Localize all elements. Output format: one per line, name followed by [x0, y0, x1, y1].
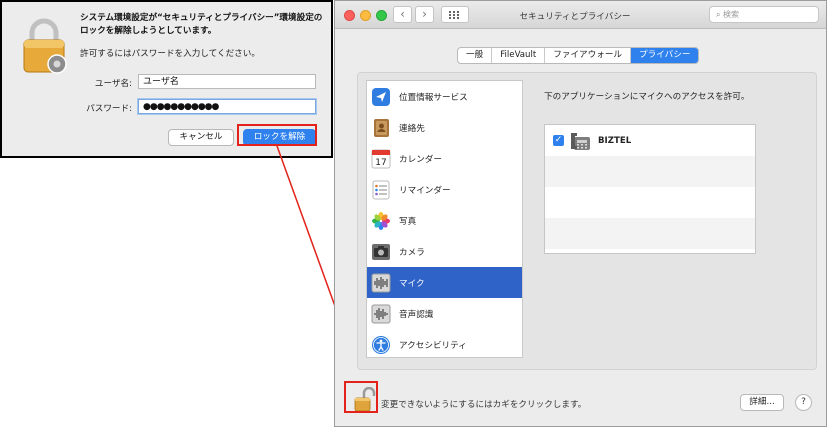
speech-waveform-icon: [371, 304, 391, 324]
show-all-button[interactable]: [441, 6, 469, 23]
contacts-book-icon: [371, 118, 391, 138]
search-input[interactable]: ⌕ 検索: [709, 6, 819, 23]
service-item-camera[interactable]: カメラ: [367, 236, 522, 267]
service-item-location[interactable]: 位置情報サービス: [367, 81, 522, 112]
reminders-list-icon: [371, 180, 391, 200]
service-label: カレンダー: [399, 154, 442, 165]
app-name: BIZTEL: [598, 135, 632, 146]
app-row[interactable]: ✓ BIZTEL: [545, 125, 755, 156]
service-label: アクセシビリティ: [399, 340, 467, 351]
tab-general[interactable]: 一般: [458, 48, 493, 63]
service-item-speech-recognition[interactable]: 音声認識: [367, 298, 522, 329]
cancel-button[interactable]: キャンセル: [168, 129, 234, 146]
forward-button[interactable]: ›: [415, 6, 434, 23]
apps-table: ✓ BIZTEL: [544, 124, 756, 254]
details-button[interactable]: 詳細...: [740, 394, 784, 411]
service-item-microphone[interactable]: マイク: [367, 267, 522, 298]
close-window-button[interactable]: [344, 10, 355, 21]
photos-flower-icon: [371, 211, 391, 231]
window-title: セキュリティとプライバシー: [519, 12, 631, 22]
grid-icon: [449, 11, 459, 19]
auth-message: 許可するにはパスワードを入力してください。: [80, 49, 260, 59]
unlock-button-highlight: [237, 124, 317, 146]
empty-row: [545, 218, 755, 249]
app-permissions-pane: 下のアプリケーションにマイクへのアクセスを許可。 ✓ BIZTEL: [534, 80, 810, 360]
camera-icon: [371, 242, 391, 262]
accessibility-person-icon: [371, 335, 391, 355]
permissions-heading: 下のアプリケーションにマイクへのアクセスを許可。: [544, 92, 750, 102]
calendar-day: 17: [375, 158, 386, 168]
privacy-panel: 位置情報サービス 連絡先 17 カレンダー リマインダー 写真 カメラ マイク …: [357, 72, 817, 370]
tab-firewall[interactable]: ファイアウォール: [545, 48, 632, 63]
lock-hint-text: 変更できないようにするにはカギをクリックします。: [381, 400, 587, 410]
calendar-icon: 17: [371, 149, 391, 169]
zoom-window-button[interactable]: [376, 10, 387, 21]
username-field[interactable]: ユーザ名: [138, 74, 316, 89]
auth-title: システム環境設定が“セキュリティとプライバシー”環境設定のロックを解除しようとし…: [80, 13, 323, 36]
search-placeholder: 検索: [723, 10, 740, 19]
password-label: パスワード:: [86, 104, 132, 114]
minimize-window-button[interactable]: [360, 10, 371, 21]
service-label: リマインダー: [399, 185, 451, 196]
tab-filevault[interactable]: FileVault: [492, 48, 546, 63]
service-label: 写真: [399, 216, 417, 227]
service-item-accessibility[interactable]: アクセシビリティ: [367, 329, 522, 357]
service-label: 音声認識: [399, 309, 434, 320]
service-label: 位置情報サービス: [399, 92, 468, 103]
location-arrow-icon: [371, 87, 391, 107]
lock-icon: [23, 18, 67, 74]
lock-icon-highlight: [344, 381, 378, 413]
service-label: マイク: [399, 278, 425, 289]
service-item-calendar[interactable]: 17 カレンダー: [367, 143, 522, 174]
app-checkbox[interactable]: ✓: [553, 135, 564, 146]
microphone-waveform-icon: [371, 273, 391, 293]
back-button[interactable]: ‹: [393, 6, 412, 23]
titlebar: ‹ › セキュリティとプライバシー ⌕ 検索: [335, 1, 826, 29]
empty-row: [545, 187, 755, 218]
help-button[interactable]: ?: [795, 394, 812, 411]
service-item-photos[interactable]: 写真: [367, 205, 522, 236]
service-label: 連絡先: [399, 123, 425, 134]
service-item-reminders[interactable]: リマインダー: [367, 174, 522, 205]
service-list: 位置情報サービス 連絡先 17 カレンダー リマインダー 写真 カメラ マイク …: [366, 80, 523, 358]
empty-row: [545, 156, 755, 187]
service-label: カメラ: [399, 247, 425, 258]
search-icon: ⌕: [716, 10, 724, 19]
password-field[interactable]: ●●●●●●●●●●●: [138, 99, 316, 114]
tab-privacy[interactable]: プライバシー: [631, 48, 699, 63]
service-item-contacts[interactable]: 連絡先: [367, 112, 522, 143]
phone-handset-icon: [571, 132, 590, 150]
tab-bar: 一般 FileVault ファイアウォール プライバシー: [457, 47, 700, 64]
chevron-right-icon: ›: [422, 7, 427, 21]
preferences-window: ‹ › セキュリティとプライバシー ⌕ 検索 一般 FileVault ファイア…: [334, 0, 827, 427]
username-label: ユーザ名:: [94, 79, 132, 89]
chevron-left-icon: ‹: [400, 7, 405, 21]
